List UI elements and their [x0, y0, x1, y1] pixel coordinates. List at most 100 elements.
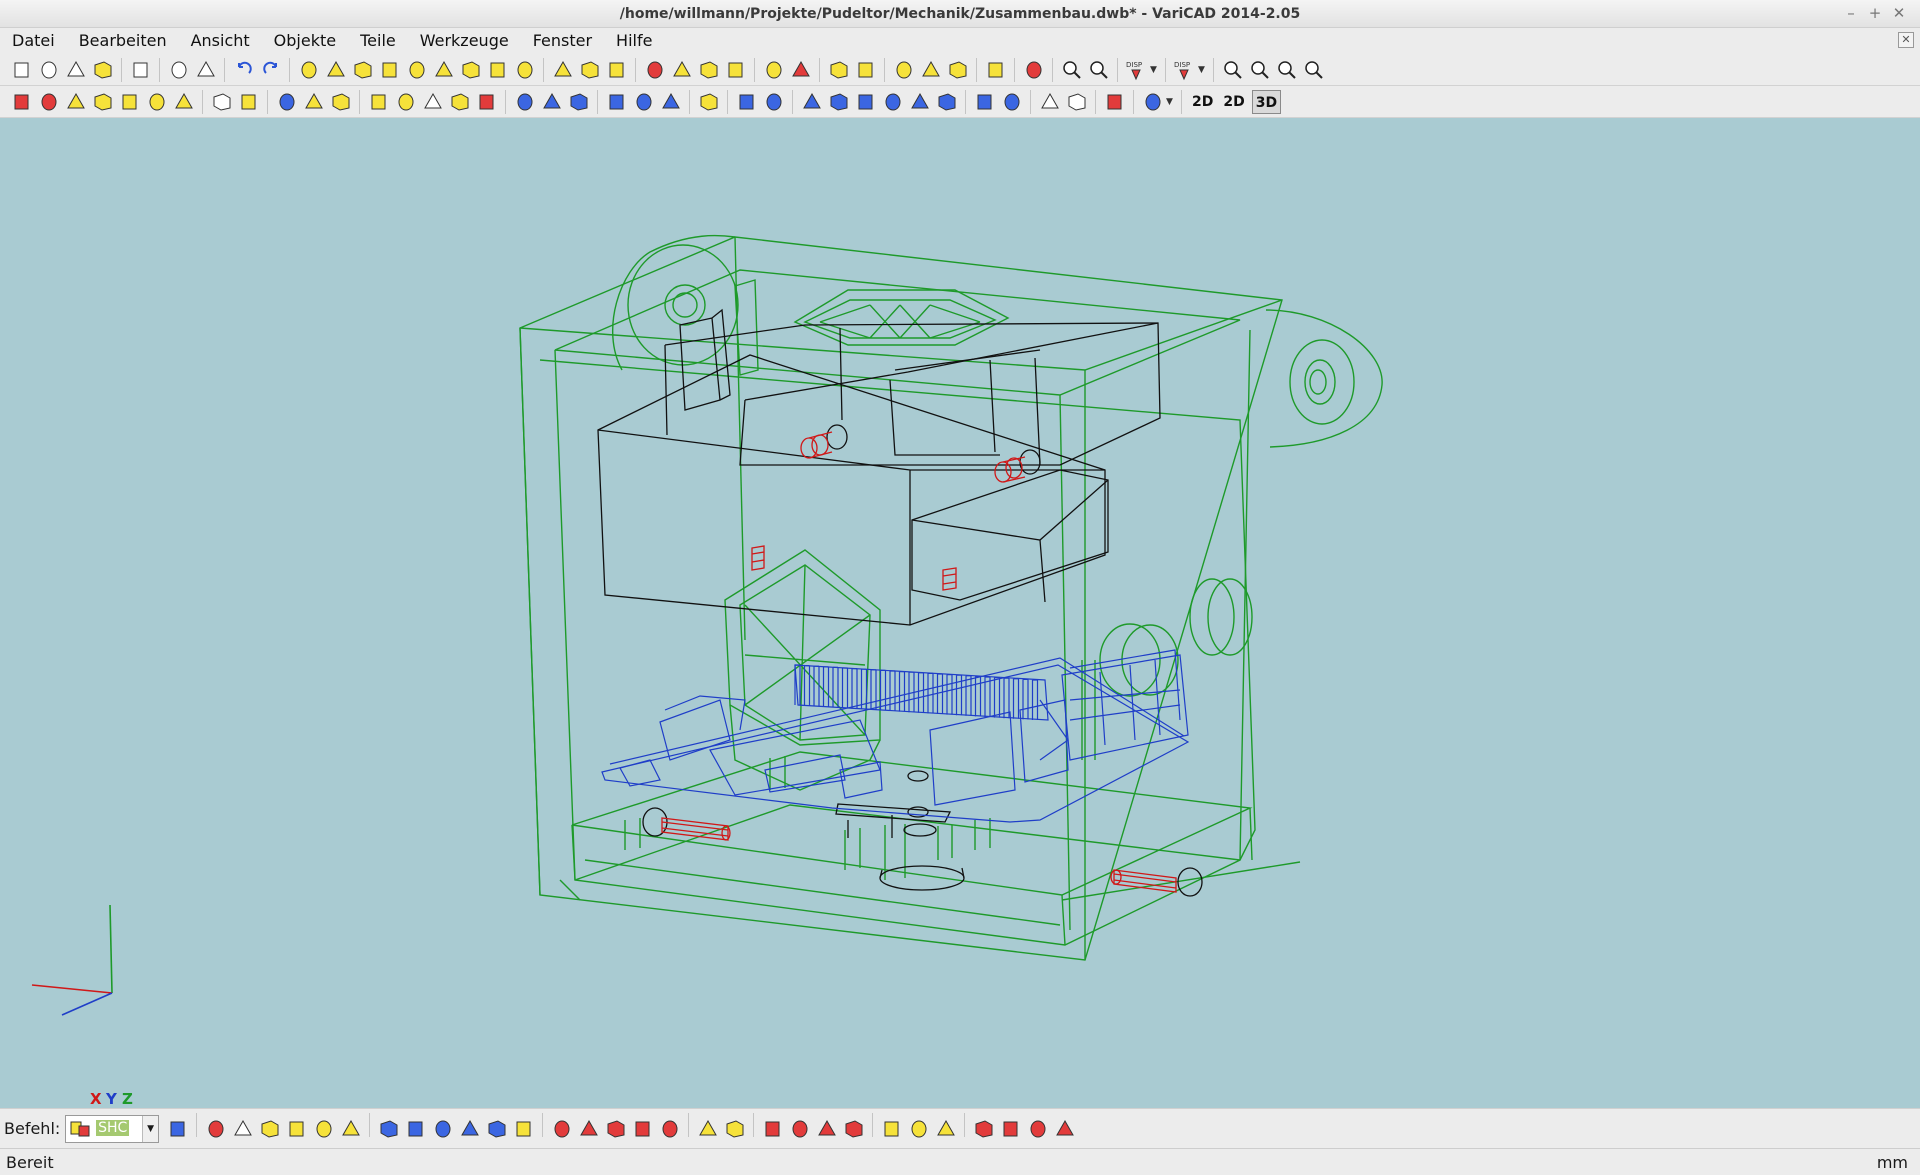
measure-pencil-icon[interactable] [983, 57, 1009, 83]
menu-teile[interactable]: Teile [348, 28, 408, 54]
copy-icon[interactable] [166, 57, 192, 83]
save-file-icon[interactable] [63, 57, 89, 83]
insert-bolt-icon[interactable] [117, 89, 143, 115]
menu-werkzeuge[interactable]: Werkzeuge [408, 28, 521, 54]
angle-tool-icon[interactable] [257, 1116, 283, 1142]
cylinder-yellow-icon[interactable] [393, 89, 419, 115]
delete-all-icon[interactable] [36, 89, 62, 115]
path-1-icon[interactable] [799, 89, 825, 115]
3d-viewport[interactable] [0, 118, 1920, 1108]
boolean-add-icon[interactable] [761, 57, 787, 83]
light-icon[interactable] [511, 1116, 537, 1142]
layer-manager-icon[interactable] [1140, 89, 1166, 115]
mode-3d-button[interactable]: 3D [1251, 90, 1282, 114]
percent-icon[interactable] [301, 89, 327, 115]
half-sphere-solid-icon[interactable] [512, 57, 538, 83]
del-4-icon[interactable] [1052, 1116, 1078, 1142]
disp-2-icon[interactable]: DISP [1172, 57, 1198, 83]
tree-4-icon[interactable] [457, 1116, 483, 1142]
query-2-icon[interactable] [761, 89, 787, 115]
zoom-prev-icon[interactable] [1274, 57, 1300, 83]
display-red-box-icon[interactable] [1021, 57, 1047, 83]
new-file-icon[interactable] [9, 57, 35, 83]
path-2-icon[interactable] [826, 89, 852, 115]
grp-3-icon[interactable] [933, 1116, 959, 1142]
info-object-icon[interactable] [891, 57, 917, 83]
pos-3-icon[interactable] [814, 1116, 840, 1142]
rotate-object-icon[interactable] [577, 57, 603, 83]
close-document-icon[interactable]: ✕ [1898, 32, 1914, 48]
undo-icon[interactable] [231, 57, 257, 83]
paraboloid-solid-icon[interactable] [377, 57, 403, 83]
query-1-icon[interactable] [734, 89, 760, 115]
menu-bearbeiten[interactable]: Bearbeiten [67, 28, 179, 54]
path-6-icon[interactable] [934, 89, 960, 115]
tree-1-icon[interactable] [376, 1116, 402, 1142]
cone-solid-icon[interactable] [350, 57, 376, 83]
del-3-icon[interactable] [1025, 1116, 1051, 1142]
zoom-fit-icon[interactable] [1086, 57, 1112, 83]
del-1-icon[interactable] [971, 1116, 997, 1142]
rotate-2-icon[interactable] [722, 1116, 748, 1142]
grp-1-icon[interactable] [879, 1116, 905, 1142]
delete-object-icon[interactable] [9, 89, 35, 115]
close-button[interactable]: ✕ [1890, 4, 1908, 22]
hier-1-icon[interactable] [549, 1116, 575, 1142]
pos-4-icon[interactable] [841, 1116, 867, 1142]
paste-icon[interactable] [193, 57, 219, 83]
sphere-solid-icon[interactable] [431, 57, 457, 83]
elbow-solid-icon[interactable] [485, 57, 511, 83]
del-2-icon[interactable] [998, 1116, 1024, 1142]
box-cut-icon[interactable] [474, 89, 500, 115]
sheet-2-icon[interactable] [1064, 89, 1090, 115]
print-icon[interactable] [128, 57, 154, 83]
profile-solid-icon[interactable] [420, 89, 446, 115]
zoom-window-icon[interactable] [1059, 57, 1085, 83]
group-tool-icon[interactable] [696, 89, 722, 115]
save-all-icon[interactable] [90, 57, 116, 83]
section-1-icon[interactable] [284, 1116, 310, 1142]
layer-dropdown-icon[interactable]: ▼ [1166, 89, 1176, 115]
insert-nut-icon[interactable] [144, 89, 170, 115]
assembly-2-icon[interactable] [539, 89, 565, 115]
open-file-icon[interactable] [36, 57, 62, 83]
assembly-1-icon[interactable] [512, 89, 538, 115]
path-5-icon[interactable] [907, 89, 933, 115]
cut-solid-icon[interactable] [642, 57, 668, 83]
box-edit-icon[interactable] [447, 89, 473, 115]
scale-object-icon[interactable] [604, 57, 630, 83]
command-dropdown-icon[interactable]: ▼ [142, 1116, 159, 1142]
grp-2-icon[interactable] [906, 1116, 932, 1142]
menu-objekte[interactable]: Objekte [262, 28, 348, 54]
pos-2-icon[interactable] [787, 1116, 813, 1142]
pipe-solid-icon[interactable] [458, 57, 484, 83]
mode-2d3d-button[interactable]: 2D [1220, 90, 1247, 114]
path-4-icon[interactable] [880, 89, 906, 115]
minimize-button[interactable]: – [1842, 4, 1860, 22]
rotate-1-icon[interactable] [695, 1116, 721, 1142]
axis-2-icon[interactable] [999, 89, 1025, 115]
menu-datei[interactable]: Datei [0, 28, 67, 54]
menu-hilfe[interactable]: Hilfe [604, 28, 664, 54]
insert-text-icon[interactable] [90, 89, 116, 115]
hidden-box-icon[interactable] [209, 89, 235, 115]
disp-1-icon[interactable]: DISP [1124, 57, 1150, 83]
pin-solid-icon[interactable] [366, 89, 392, 115]
link-2-icon[interactable] [631, 89, 657, 115]
menu-fenster[interactable]: Fenster [521, 28, 604, 54]
red-tool-icon[interactable] [1102, 89, 1128, 115]
cylinder-solid-icon[interactable] [323, 57, 349, 83]
edit-object-icon[interactable] [63, 89, 89, 115]
tree-2-icon[interactable] [403, 1116, 429, 1142]
fillet-solid-icon[interactable] [669, 57, 695, 83]
box-solid-icon[interactable] [296, 57, 322, 83]
sheet-1-icon[interactable] [1037, 89, 1063, 115]
redo-icon[interactable] [258, 57, 284, 83]
mode-2d-button[interactable]: 2D [1189, 90, 1216, 114]
color-layers-icon[interactable] [274, 89, 300, 115]
link-1-icon[interactable] [604, 89, 630, 115]
tree-5-icon[interactable] [484, 1116, 510, 1142]
disp-dropdown-icon[interactable]: ▼ [1198, 57, 1208, 83]
chamfer-solid-icon[interactable] [696, 57, 722, 83]
path-3-icon[interactable] [853, 89, 879, 115]
